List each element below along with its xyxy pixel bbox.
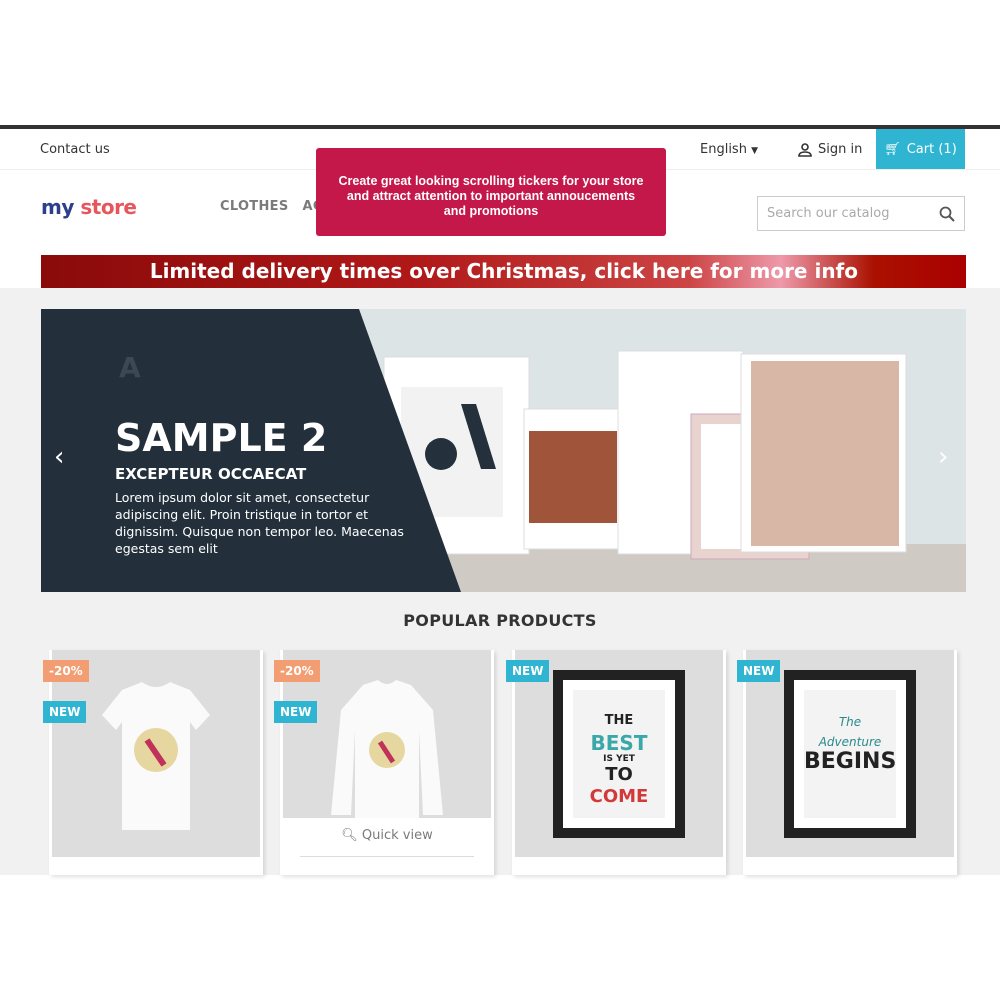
popup-line: Create great looking scrolling tickers f… [338,174,644,188]
section-title: POPULAR PRODUCTS [403,611,597,630]
slide-title: SAMPLE 2 [115,416,328,460]
logo-text-my: my [41,195,74,219]
user-icon [798,142,812,157]
store-logo[interactable]: my store [41,195,137,219]
new-badge: NEW [506,660,550,682]
svg-text:A: A [119,351,141,384]
cart-label: Cart (1) [906,141,957,157]
discount-badge: -20% [274,660,320,682]
nav-clothes[interactable]: CLOTHES [220,199,289,214]
popup-line: and attract attention to important annou… [346,189,636,203]
slide-subtitle: EXCEPTEUR OCCAECAT [115,465,307,483]
popup-line: and promotions [443,204,539,218]
poster-text: The [838,715,862,729]
slider-prev-arrow[interactable]: ‹ [54,442,64,472]
poster-text: BEST [590,731,648,755]
magnifier-icon: 🔍︎ [341,828,358,843]
quick-view-button[interactable]: 🔍︎ Quick view [280,818,494,858]
poster-text: IS YET [603,754,635,764]
divider [300,856,474,857]
poster-text: COME [589,786,649,807]
promo-tooltip: Create great looking scrolling tickers f… [316,148,666,236]
logo-text-store: store [80,195,137,219]
caret-down-icon: ▼ [751,146,759,156]
slider-next-arrow[interactable]: › [938,442,948,472]
search-input[interactable]: Search our catalog [757,196,965,231]
poster-text: TO [605,764,633,785]
poster-text: BEGINS [804,749,897,774]
product-card[interactable]: The Adventure BEGINS NEW [737,650,957,875]
language-label: English [700,142,747,157]
sign-in-label: Sign in [818,142,863,157]
product-card[interactable]: THE BEST IS YET TO COME NEW [506,650,726,875]
search-placeholder: Search our catalog [767,206,890,221]
sign-in-link[interactable]: Sign in [798,142,862,157]
new-badge: NEW [737,660,781,682]
scrolling-ticker[interactable]: Limited delivery times over Christmas, c… [41,255,966,288]
cart-icon: 🛒︎ [884,141,901,157]
contact-us-link[interactable]: Contact us [40,142,110,157]
search-icon[interactable] [939,206,955,222]
cart-button[interactable]: 🛒︎ Cart (1) [876,129,965,169]
slide-description: Lorem ipsum dolor sit amet, consectetur … [115,490,404,556]
discount-badge: -20% [43,660,89,682]
main-nav: CLOTHES AC [220,199,323,214]
new-badge: NEW [274,701,318,723]
product-card[interactable]: -20% NEW 🔍︎ Quick view [274,650,494,875]
new-badge: NEW [43,701,87,723]
product-card[interactable]: -20% NEW [43,650,263,875]
quick-view-label: Quick view [361,828,433,843]
language-selector[interactable]: English ▼ [700,142,758,157]
poster-text: THE [604,713,634,728]
